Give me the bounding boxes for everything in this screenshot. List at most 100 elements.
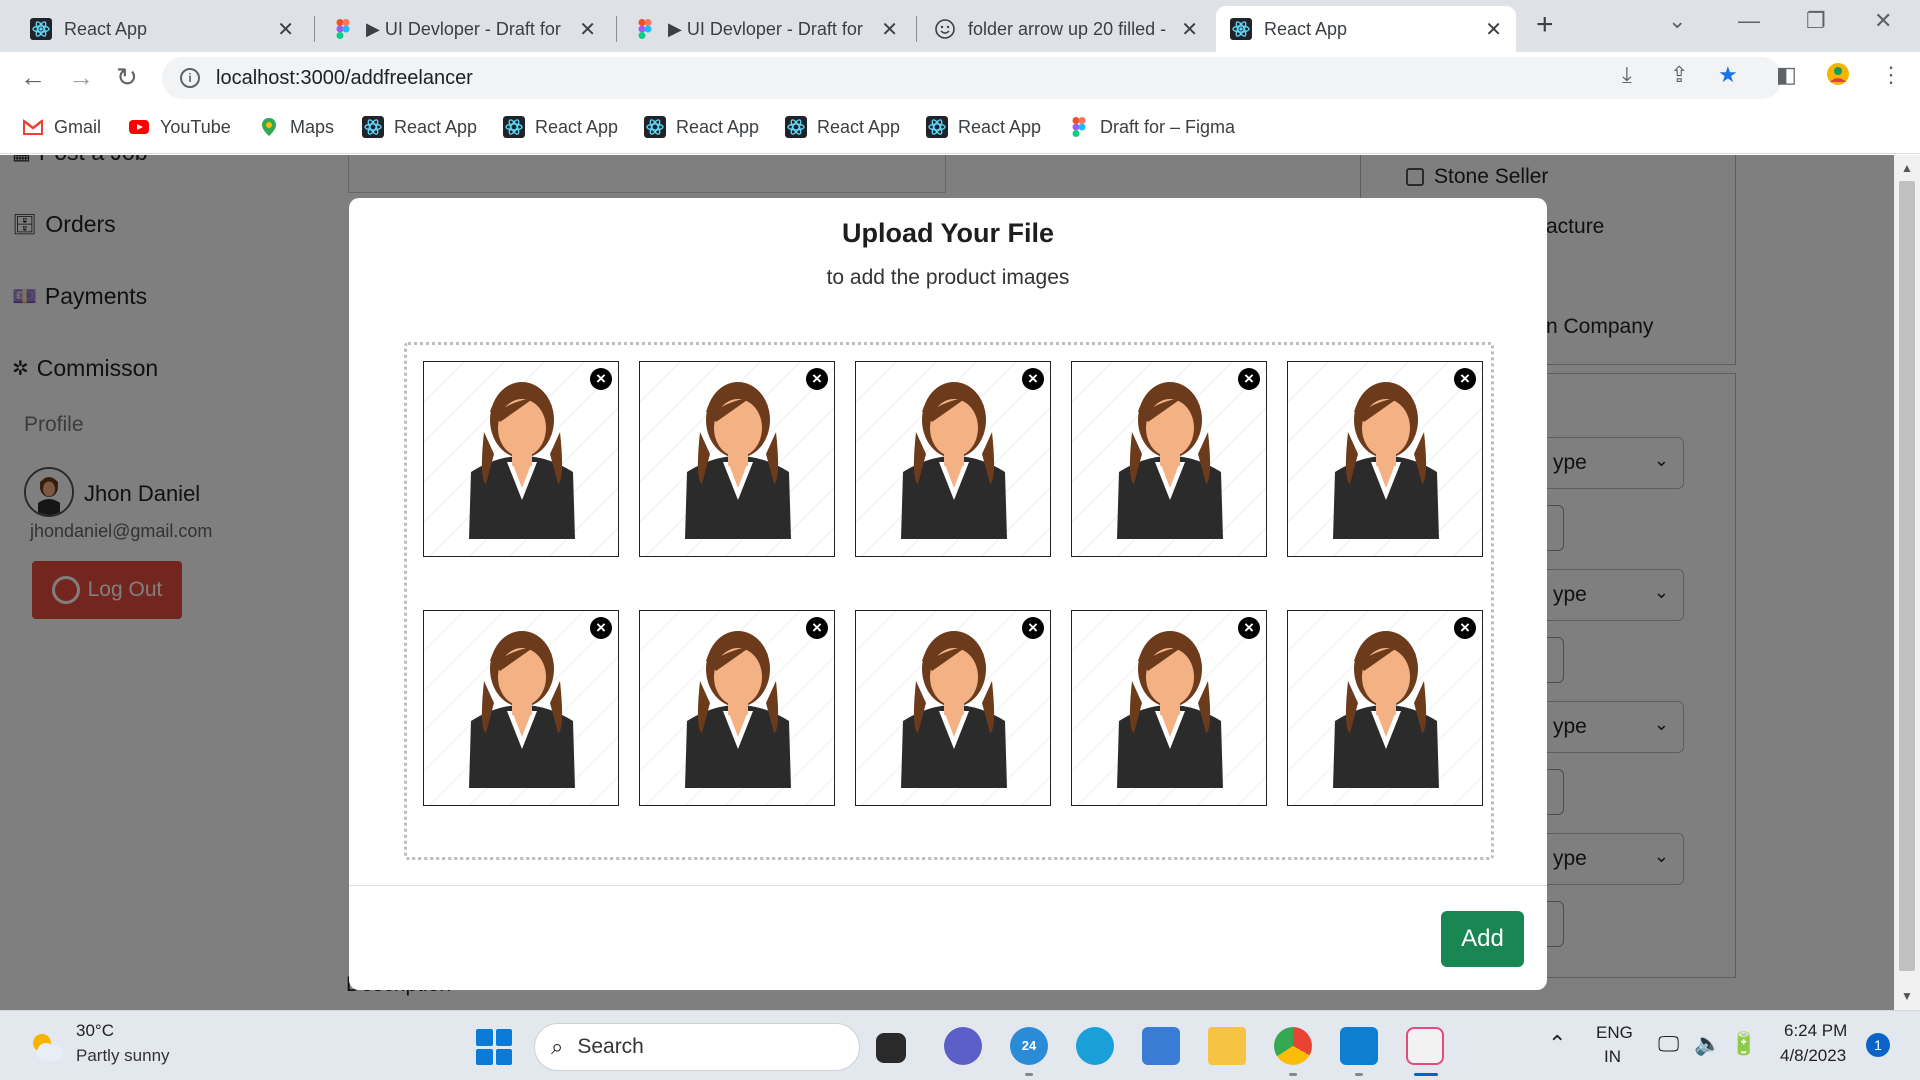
new-tab-button[interactable]: + (1536, 8, 1554, 42)
side-panel-icon[interactable]: ◧ (1776, 62, 1797, 88)
bookmark-label: Gmail (54, 116, 102, 137)
youtube-icon (129, 120, 149, 134)
notification-badge[interactable]: 1 (1866, 1033, 1890, 1057)
page-scrollbar[interactable]: ▲ ▼ (1894, 155, 1920, 1010)
tab-figma-1[interactable]: ▶ UI Devloper - Draft for ✕ (318, 6, 610, 52)
bookmark-react-app-1[interactable]: React App (362, 116, 477, 138)
tab-fluent-icon[interactable]: folder arrow up 20 filled - ✕ (920, 6, 1212, 52)
uploaded-image-thumbnail[interactable]: × (639, 610, 835, 806)
remove-image-icon[interactable]: × (1454, 368, 1476, 390)
image-dropzone[interactable]: × × × × × × × × × × (404, 342, 1494, 860)
weather-temperature[interactable]: 30°C (76, 1021, 114, 1041)
add-button[interactable]: Add (1441, 911, 1524, 967)
battery-icon[interactable]: 🔋 (1730, 1031, 1757, 1057)
remove-image-icon[interactable]: × (1454, 617, 1476, 639)
reload-icon[interactable]: ↻ (116, 62, 138, 93)
bookmark-figma[interactable]: Draft for – Figma (1068, 116, 1235, 138)
bookmark-label: React App (958, 116, 1042, 137)
back-arrow-icon[interactable]: ← (20, 62, 46, 93)
url-omnibox[interactable]: i localhost:3000/addfreelancer (162, 57, 1782, 99)
uploaded-image-thumbnail[interactable]: × (1071, 361, 1267, 557)
remove-image-icon[interactable]: × (1238, 368, 1260, 390)
uploaded-image-thumbnail[interactable]: × (423, 361, 619, 557)
tab-react-app-1[interactable]: React App ✕ (16, 6, 308, 52)
tab-title: folder arrow up 20 filled - (968, 18, 1167, 39)
bookmark-maps[interactable]: Maps (258, 116, 334, 138)
remove-image-icon[interactable]: × (590, 368, 612, 390)
taskbar-search[interactable]: ⌕ Search (534, 1023, 860, 1071)
chrome-icon[interactable] (1274, 1027, 1312, 1065)
bookmark-react-app-4[interactable]: React App (785, 116, 900, 138)
remove-image-icon[interactable]: × (590, 617, 612, 639)
microsoft-store-icon[interactable] (1142, 1027, 1180, 1065)
uploaded-image-thumbnail[interactable]: × (639, 361, 835, 557)
region-indicator[interactable]: IN (1604, 1047, 1621, 1067)
volume-icon[interactable]: 🔈 (1694, 1031, 1721, 1057)
scroll-up-arrow-icon[interactable]: ▲ (1901, 161, 1913, 175)
language-indicator[interactable]: ENG (1596, 1023, 1633, 1043)
remove-image-icon[interactable]: × (1022, 368, 1044, 390)
uploaded-image-thumbnail[interactable]: × (855, 361, 1051, 557)
uploaded-image-thumbnail[interactable]: × (855, 610, 1051, 806)
close-icon[interactable]: ✕ (1485, 17, 1502, 42)
weather-condition[interactable]: Partly sunny (76, 1046, 170, 1066)
bookmark-gmail[interactable]: Gmail (22, 116, 101, 138)
task-view-icon[interactable] (876, 1033, 906, 1063)
scrollbar-thumb[interactable] (1899, 181, 1915, 971)
close-icon[interactable]: ✕ (579, 17, 596, 42)
clock-date[interactable]: 4/8/2023 (1780, 1046, 1846, 1066)
teams-chat-icon[interactable] (944, 1027, 982, 1065)
app-running-indicator (1289, 1073, 1297, 1076)
bookmark-react-app-3[interactable]: React App (644, 116, 759, 138)
uploaded-image-thumbnail[interactable]: × (1287, 361, 1483, 557)
profile-avatar-icon[interactable] (1826, 62, 1850, 92)
react-icon (1230, 18, 1252, 40)
partly-sunny-icon[interactable] (28, 1029, 66, 1063)
modal-footer-divider (349, 885, 1547, 886)
bookmark-star-icon[interactable]: ★ (1718, 62, 1738, 88)
scroll-down-arrow-icon[interactable]: ▼ (1901, 989, 1913, 1003)
calendar-app-icon[interactable]: 24 (1010, 1027, 1048, 1065)
snipping-tool-icon[interactable] (1406, 1027, 1444, 1065)
remove-image-icon[interactable]: × (806, 368, 828, 390)
remove-image-icon[interactable]: × (1022, 617, 1044, 639)
search-label: Search (577, 1035, 644, 1058)
share-icon[interactable]: ⇪ (1670, 62, 1688, 88)
network-icon[interactable]: 🖵 (1658, 1031, 1679, 1057)
bookmark-youtube[interactable]: YouTube (128, 116, 231, 138)
bookmark-label: React App (676, 116, 760, 137)
close-icon[interactable]: ✕ (277, 17, 294, 42)
file-explorer-icon[interactable] (1208, 1027, 1246, 1065)
react-icon (926, 116, 948, 138)
windows-start-icon[interactable] (476, 1029, 512, 1065)
remove-image-icon[interactable]: × (1238, 617, 1260, 639)
vscode-icon[interactable] (1340, 1027, 1378, 1065)
uploaded-image-thumbnail[interactable]: × (423, 610, 619, 806)
close-icon[interactable]: ✕ (1181, 17, 1198, 42)
close-window-button[interactable]: ✕ (1874, 8, 1892, 34)
uploaded-image-thumbnail[interactable]: × (1071, 610, 1267, 806)
url-text[interactable]: localhost:3000/addfreelancer (216, 67, 473, 90)
more-menu-icon[interactable]: ⋮ (1880, 62, 1902, 88)
install-app-icon[interactable]: ⤓ (1622, 62, 1632, 88)
bookmark-react-app-2[interactable]: React App (503, 116, 618, 138)
windows-taskbar: 30°C Partly sunny ⌕ Search 24 ⌃ ENG IN 🖵… (0, 1010, 1920, 1080)
restore-button[interactable]: ❐ (1806, 8, 1826, 34)
bookmark-label: Draft for – Figma (1100, 116, 1236, 137)
tab-search-chevron-icon[interactable]: ⌄ (1668, 8, 1686, 34)
browser-tab-bar: React App ✕ ▶ UI Devloper - Draft for ✕ … (0, 0, 1920, 52)
tab-react-app-active[interactable]: React App ✕ (1216, 6, 1516, 52)
tab-figma-2[interactable]: ▶ UI Devloper - Draft for ✕ (620, 6, 912, 52)
forward-arrow-icon[interactable]: → (68, 62, 94, 93)
edge-browser-icon[interactable] (1076, 1027, 1114, 1065)
close-icon[interactable]: ✕ (881, 17, 898, 42)
remove-image-icon[interactable]: × (806, 617, 828, 639)
uploaded-image-thumbnail[interactable]: × (1287, 610, 1483, 806)
woman-avatar-illustration (640, 611, 834, 805)
app-running-indicator (1025, 1073, 1033, 1076)
site-info-icon[interactable]: i (180, 68, 200, 88)
clock-time[interactable]: 6:24 PM (1784, 1021, 1847, 1041)
show-hidden-icons-chevron-icon[interactable]: ⌃ (1548, 1031, 1566, 1057)
bookmark-react-app-5[interactable]: React App (926, 116, 1041, 138)
minimize-button[interactable]: — (1738, 8, 1760, 34)
